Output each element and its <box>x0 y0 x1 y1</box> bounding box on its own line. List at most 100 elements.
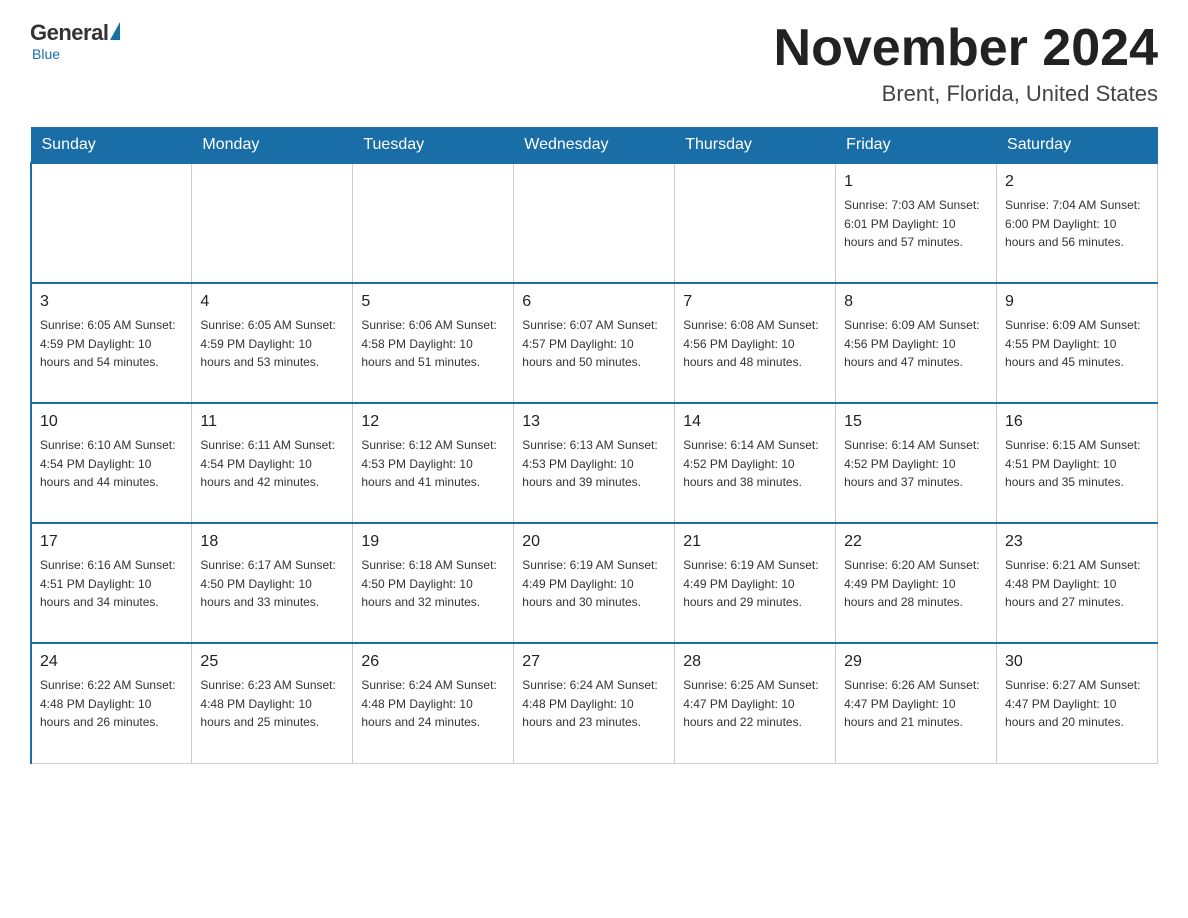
day-info: Sunrise: 6:16 AM Sunset: 4:51 PM Dayligh… <box>40 556 183 612</box>
calendar-cell: 20Sunrise: 6:19 AM Sunset: 4:49 PM Dayli… <box>514 523 675 643</box>
calendar-cell: 15Sunrise: 6:14 AM Sunset: 4:52 PM Dayli… <box>836 403 997 523</box>
day-info: Sunrise: 6:24 AM Sunset: 4:48 PM Dayligh… <box>522 676 666 732</box>
day-number: 18 <box>200 530 344 554</box>
day-info: Sunrise: 6:14 AM Sunset: 4:52 PM Dayligh… <box>844 436 988 492</box>
day-info: Sunrise: 6:15 AM Sunset: 4:51 PM Dayligh… <box>1005 436 1149 492</box>
day-info: Sunrise: 6:27 AM Sunset: 4:47 PM Dayligh… <box>1005 676 1149 732</box>
weekday-header-row: SundayMondayTuesdayWednesdayThursdayFrid… <box>31 128 1158 164</box>
title-section: November 2024 Brent, Florida, United Sta… <box>774 20 1158 107</box>
day-info: Sunrise: 6:18 AM Sunset: 4:50 PM Dayligh… <box>361 556 505 612</box>
day-info: Sunrise: 6:09 AM Sunset: 4:56 PM Dayligh… <box>844 316 988 372</box>
calendar-cell: 30Sunrise: 6:27 AM Sunset: 4:47 PM Dayli… <box>997 643 1158 763</box>
calendar-week-row: 17Sunrise: 6:16 AM Sunset: 4:51 PM Dayli… <box>31 523 1158 643</box>
day-number: 8 <box>844 290 988 314</box>
calendar-cell: 17Sunrise: 6:16 AM Sunset: 4:51 PM Dayli… <box>31 523 192 643</box>
day-number: 19 <box>361 530 505 554</box>
calendar-cell: 24Sunrise: 6:22 AM Sunset: 4:48 PM Dayli… <box>31 643 192 763</box>
weekday-header-saturday: Saturday <box>997 128 1158 164</box>
day-number: 24 <box>40 650 183 674</box>
calendar-header: SundayMondayTuesdayWednesdayThursdayFrid… <box>31 128 1158 164</box>
day-info: Sunrise: 6:14 AM Sunset: 4:52 PM Dayligh… <box>683 436 827 492</box>
weekday-header-monday: Monday <box>192 128 353 164</box>
day-info: Sunrise: 6:10 AM Sunset: 4:54 PM Dayligh… <box>40 436 183 492</box>
day-info: Sunrise: 6:25 AM Sunset: 4:47 PM Dayligh… <box>683 676 827 732</box>
calendar-cell: 9Sunrise: 6:09 AM Sunset: 4:55 PM Daylig… <box>997 283 1158 403</box>
day-info: Sunrise: 6:17 AM Sunset: 4:50 PM Dayligh… <box>200 556 344 612</box>
day-number: 9 <box>1005 290 1149 314</box>
calendar-cell: 1Sunrise: 7:03 AM Sunset: 6:01 PM Daylig… <box>836 163 997 283</box>
calendar-cell: 3Sunrise: 6:05 AM Sunset: 4:59 PM Daylig… <box>31 283 192 403</box>
day-info: Sunrise: 6:09 AM Sunset: 4:55 PM Dayligh… <box>1005 316 1149 372</box>
page-header: General Blue November 2024 Brent, Florid… <box>30 20 1158 107</box>
calendar-cell: 12Sunrise: 6:12 AM Sunset: 4:53 PM Dayli… <box>353 403 514 523</box>
calendar-cell: 19Sunrise: 6:18 AM Sunset: 4:50 PM Dayli… <box>353 523 514 643</box>
day-info: Sunrise: 6:26 AM Sunset: 4:47 PM Dayligh… <box>844 676 988 732</box>
logo-general-text: General <box>30 20 108 46</box>
day-number: 23 <box>1005 530 1149 554</box>
day-info: Sunrise: 6:13 AM Sunset: 4:53 PM Dayligh… <box>522 436 666 492</box>
calendar-cell <box>514 163 675 283</box>
day-info: Sunrise: 6:07 AM Sunset: 4:57 PM Dayligh… <box>522 316 666 372</box>
calendar-cell: 6Sunrise: 6:07 AM Sunset: 4:57 PM Daylig… <box>514 283 675 403</box>
day-info: Sunrise: 6:23 AM Sunset: 4:48 PM Dayligh… <box>200 676 344 732</box>
day-info: Sunrise: 6:19 AM Sunset: 4:49 PM Dayligh… <box>522 556 666 612</box>
calendar-cell: 10Sunrise: 6:10 AM Sunset: 4:54 PM Dayli… <box>31 403 192 523</box>
day-number: 30 <box>1005 650 1149 674</box>
day-info: Sunrise: 6:21 AM Sunset: 4:48 PM Dayligh… <box>1005 556 1149 612</box>
day-number: 22 <box>844 530 988 554</box>
calendar-cell: 14Sunrise: 6:14 AM Sunset: 4:52 PM Dayli… <box>675 403 836 523</box>
calendar-cell: 16Sunrise: 6:15 AM Sunset: 4:51 PM Dayli… <box>997 403 1158 523</box>
calendar-subtitle: Brent, Florida, United States <box>774 81 1158 107</box>
weekday-header-tuesday: Tuesday <box>353 128 514 164</box>
day-info: Sunrise: 6:20 AM Sunset: 4:49 PM Dayligh… <box>844 556 988 612</box>
calendar-week-row: 1Sunrise: 7:03 AM Sunset: 6:01 PM Daylig… <box>31 163 1158 283</box>
day-number: 6 <box>522 290 666 314</box>
day-number: 14 <box>683 410 827 434</box>
day-number: 25 <box>200 650 344 674</box>
weekday-header-friday: Friday <box>836 128 997 164</box>
calendar-week-row: 3Sunrise: 6:05 AM Sunset: 4:59 PM Daylig… <box>31 283 1158 403</box>
calendar-body: 1Sunrise: 7:03 AM Sunset: 6:01 PM Daylig… <box>31 163 1158 763</box>
calendar-cell: 21Sunrise: 6:19 AM Sunset: 4:49 PM Dayli… <box>675 523 836 643</box>
calendar-cell: 23Sunrise: 6:21 AM Sunset: 4:48 PM Dayli… <box>997 523 1158 643</box>
day-number: 21 <box>683 530 827 554</box>
day-number: 10 <box>40 410 183 434</box>
calendar-cell: 25Sunrise: 6:23 AM Sunset: 4:48 PM Dayli… <box>192 643 353 763</box>
calendar-cell: 29Sunrise: 6:26 AM Sunset: 4:47 PM Dayli… <box>836 643 997 763</box>
day-info: Sunrise: 6:06 AM Sunset: 4:58 PM Dayligh… <box>361 316 505 372</box>
logo-blue-text: Blue <box>32 46 60 62</box>
day-number: 11 <box>200 410 344 434</box>
day-number: 29 <box>844 650 988 674</box>
weekday-header-wednesday: Wednesday <box>514 128 675 164</box>
logo-triangle-icon <box>110 22 120 40</box>
day-number: 17 <box>40 530 183 554</box>
calendar-cell: 22Sunrise: 6:20 AM Sunset: 4:49 PM Dayli… <box>836 523 997 643</box>
day-number: 13 <box>522 410 666 434</box>
calendar-cell: 26Sunrise: 6:24 AM Sunset: 4:48 PM Dayli… <box>353 643 514 763</box>
day-info: Sunrise: 6:11 AM Sunset: 4:54 PM Dayligh… <box>200 436 344 492</box>
logo: General Blue <box>30 20 120 62</box>
day-info: Sunrise: 6:19 AM Sunset: 4:49 PM Dayligh… <box>683 556 827 612</box>
day-number: 26 <box>361 650 505 674</box>
weekday-header-sunday: Sunday <box>31 128 192 164</box>
calendar-cell: 7Sunrise: 6:08 AM Sunset: 4:56 PM Daylig… <box>675 283 836 403</box>
calendar-cell: 8Sunrise: 6:09 AM Sunset: 4:56 PM Daylig… <box>836 283 997 403</box>
calendar-cell <box>192 163 353 283</box>
calendar-week-row: 10Sunrise: 6:10 AM Sunset: 4:54 PM Dayli… <box>31 403 1158 523</box>
calendar-cell: 27Sunrise: 6:24 AM Sunset: 4:48 PM Dayli… <box>514 643 675 763</box>
day-info: Sunrise: 7:04 AM Sunset: 6:00 PM Dayligh… <box>1005 196 1149 252</box>
calendar-cell: 11Sunrise: 6:11 AM Sunset: 4:54 PM Dayli… <box>192 403 353 523</box>
calendar-week-row: 24Sunrise: 6:22 AM Sunset: 4:48 PM Dayli… <box>31 643 1158 763</box>
day-info: Sunrise: 6:05 AM Sunset: 4:59 PM Dayligh… <box>200 316 344 372</box>
day-number: 5 <box>361 290 505 314</box>
day-number: 15 <box>844 410 988 434</box>
day-info: Sunrise: 6:08 AM Sunset: 4:56 PM Dayligh… <box>683 316 827 372</box>
day-number: 2 <box>1005 170 1149 194</box>
day-number: 27 <box>522 650 666 674</box>
calendar-cell: 28Sunrise: 6:25 AM Sunset: 4:47 PM Dayli… <box>675 643 836 763</box>
day-info: Sunrise: 6:12 AM Sunset: 4:53 PM Dayligh… <box>361 436 505 492</box>
day-number: 4 <box>200 290 344 314</box>
day-number: 12 <box>361 410 505 434</box>
calendar-cell <box>675 163 836 283</box>
day-info: Sunrise: 6:24 AM Sunset: 4:48 PM Dayligh… <box>361 676 505 732</box>
